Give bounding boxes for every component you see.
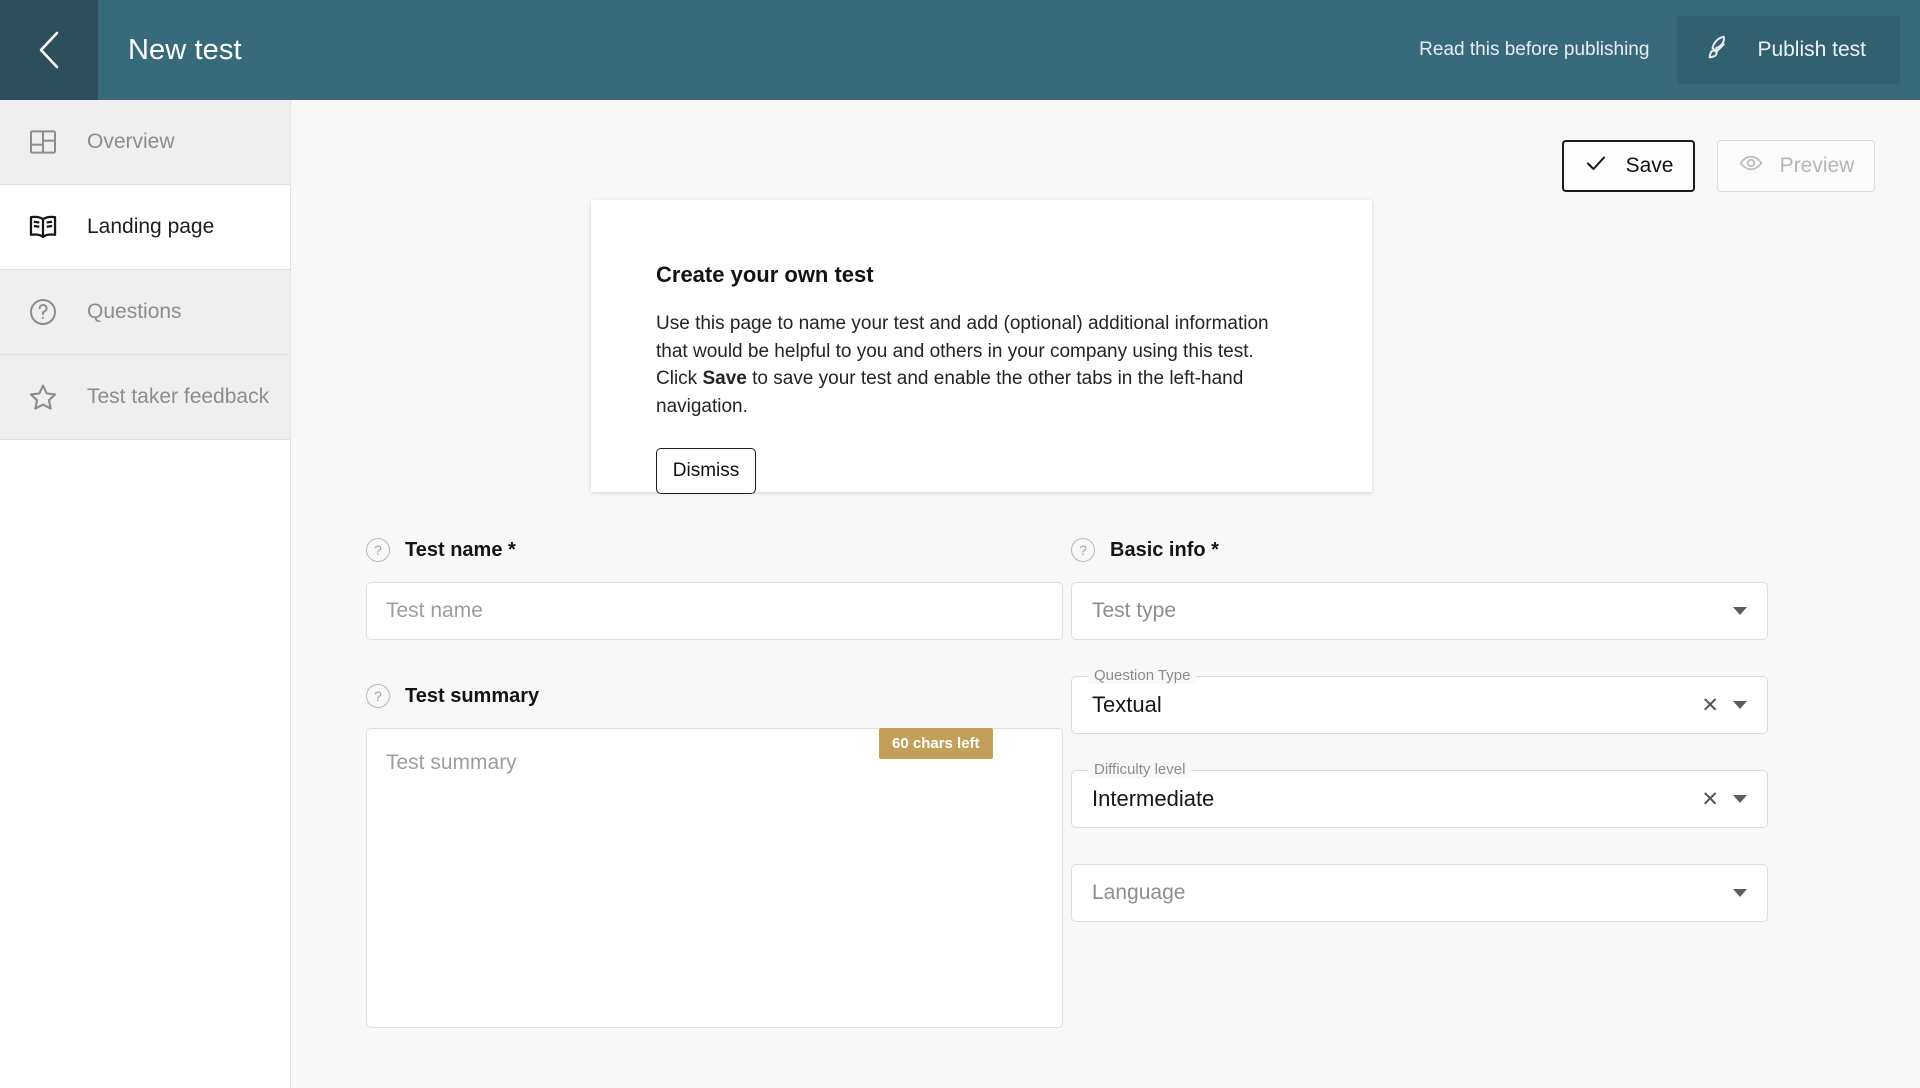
save-label: Save [1625, 154, 1674, 177]
save-button[interactable]: Save [1562, 140, 1695, 192]
chevron-down-icon [1733, 795, 1747, 803]
chevron-down-icon [1733, 701, 1747, 709]
publish-test-button[interactable]: Publish test [1677, 16, 1900, 84]
page-title: New test [128, 33, 242, 66]
top-header: New test Read this before publishing Pub… [0, 0, 1920, 100]
open-book-icon [20, 204, 66, 250]
question-type-select[interactable]: Question Type Textual ✕ [1071, 667, 1768, 734]
eye-icon [1738, 150, 1764, 182]
close-icon[interactable]: ✕ [1701, 789, 1719, 810]
sidebar-item-label: Test taker feedback [87, 385, 270, 408]
chevron-down-icon [1733, 889, 1747, 897]
back-button[interactable] [0, 0, 98, 100]
sidebar-item-overview[interactable]: Overview [0, 100, 290, 185]
main-content: Save Preview Create your own test Use th… [291, 100, 1920, 1088]
test-name-label: Test name * [405, 538, 516, 561]
publish-test-label: Publish test [1757, 38, 1866, 61]
chevron-down-icon [1733, 607, 1747, 615]
question-type-notch-label: Question Type [1088, 667, 1197, 684]
question-circle-icon[interactable]: ? [1071, 538, 1095, 562]
sidebar-empty-space [0, 440, 290, 1088]
content-toolbar: Save Preview [1562, 140, 1875, 192]
form-column-left: ? Test name * 60 chars left ? Test summa… [366, 538, 1071, 1033]
test-summary-header: ? Test summary [366, 684, 1071, 708]
info-card-title: Create your own test [656, 262, 874, 287]
language-select[interactable]: Language [1071, 864, 1768, 922]
sidebar-item-label: Landing page [87, 215, 215, 238]
info-card-body: Use this page to name your test and add … [656, 310, 1281, 420]
layout-grid-icon [20, 119, 66, 165]
preview-button[interactable]: Preview [1717, 140, 1875, 192]
question-circle-icon[interactable]: ? [366, 684, 390, 708]
question-circle-icon[interactable]: ? [366, 538, 390, 562]
language-placeholder: Language [1092, 881, 1186, 904]
sidebar-item-questions[interactable]: Questions [0, 270, 290, 355]
test-name-input[interactable] [366, 582, 1063, 640]
sidebar-item-test-taker-feedback[interactable]: Test taker feedback [0, 355, 290, 440]
dismiss-button[interactable]: Dismiss [656, 448, 756, 495]
app-root: New test Read this before publishing Pub… [0, 0, 1920, 1088]
test-name-field-group: ? Test name * 60 chars left [366, 538, 1071, 759]
star-icon [20, 374, 66, 420]
close-icon[interactable]: ✕ [1701, 695, 1719, 716]
header-actions: Read this before publishing Publish test [1419, 0, 1920, 100]
rocket-icon [1705, 33, 1735, 68]
sidebar-item-label: Questions [87, 300, 182, 323]
test-type-select[interactable]: Test type [1071, 582, 1768, 640]
test-summary-textarea[interactable] [366, 728, 1063, 1028]
difficulty-level-select[interactable]: Difficulty level Intermediate ✕ [1071, 761, 1768, 828]
difficulty-level-notch-label: Difficulty level [1088, 761, 1192, 778]
sidebar-nav: Overview Landing page Questions Test tak… [0, 100, 291, 1088]
preview-label: Preview [1779, 154, 1855, 177]
basic-info-header: ? Basic info * [1071, 538, 1776, 562]
form-area: ? Test name * 60 chars left ? Test summa… [291, 538, 1920, 1033]
info-card-body-bold: Save [702, 368, 747, 390]
sidebar-item-label: Overview [87, 130, 175, 153]
test-type-placeholder: Test type [1092, 599, 1177, 622]
question-type-value: Textual [1092, 692, 1162, 717]
test-summary-label: Test summary [405, 684, 540, 707]
form-column-right: ? Basic info * Test type Question Type T… [1071, 538, 1776, 1033]
read-before-publishing-link[interactable]: Read this before publishing [1419, 39, 1649, 61]
chevron-left-icon [36, 29, 62, 71]
sidebar-item-landing-page[interactable]: Landing page [0, 185, 290, 270]
question-circle-icon [20, 289, 66, 335]
chars-left-badge: 60 chars left [879, 728, 993, 759]
check-icon [1584, 151, 1608, 181]
difficulty-level-value: Intermediate [1092, 786, 1215, 811]
basic-info-label: Basic info * [1110, 538, 1219, 561]
info-card: Create your own test Use this page to na… [591, 200, 1372, 495]
test-name-header: ? Test name * [366, 538, 1071, 562]
